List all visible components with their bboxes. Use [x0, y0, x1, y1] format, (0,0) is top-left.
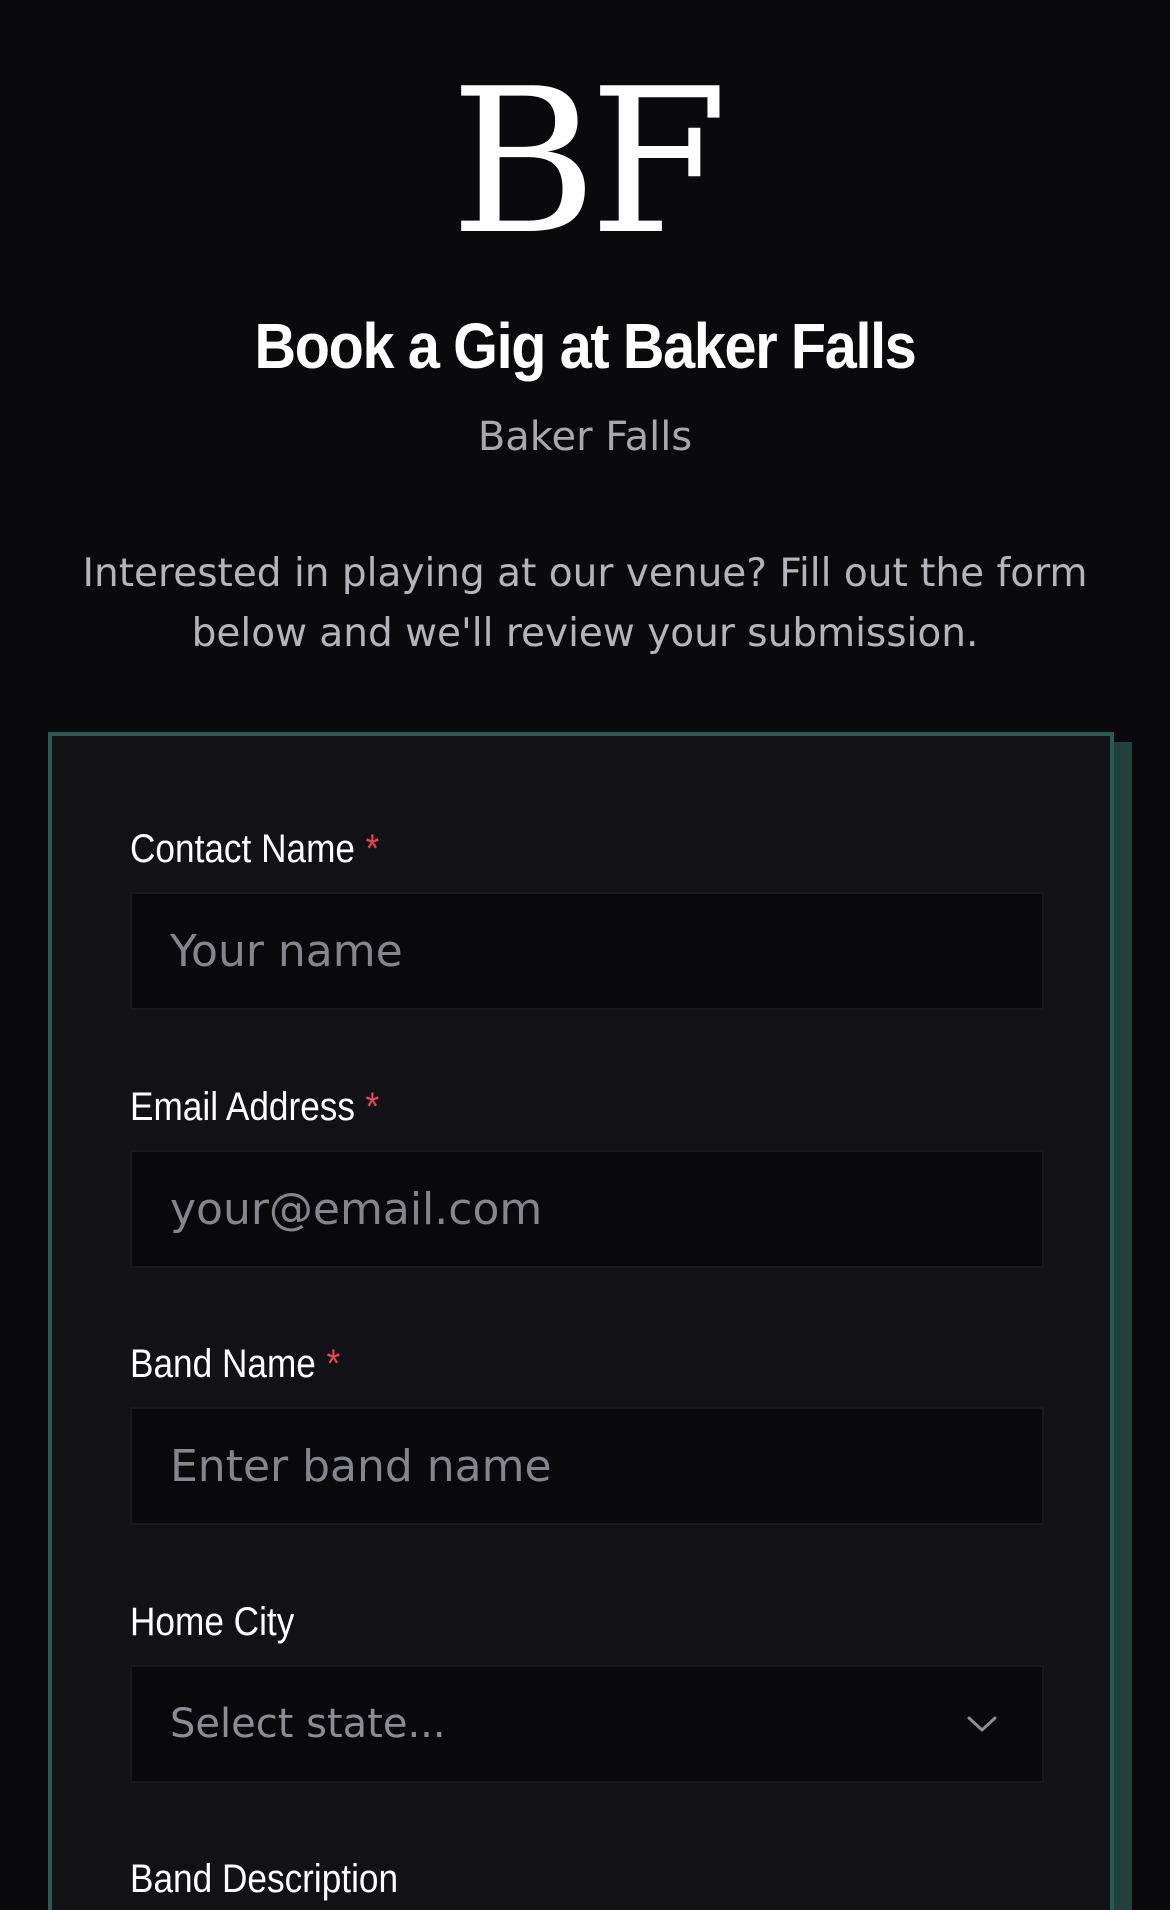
- home-city-label: Home City: [130, 1597, 294, 1647]
- contact-name-label-text: Contact Name: [130, 827, 355, 871]
- booking-page: BF Book a Gig at Baker Falls Baker Falls…: [0, 0, 1170, 1910]
- band-name-label: Band Name *: [130, 1339, 340, 1389]
- contact-name-input[interactable]: [170, 925, 1004, 977]
- venue-logo: BF: [0, 46, 1170, 279]
- band-description-label: Band Description: [130, 1854, 398, 1904]
- email-label: Email Address *: [130, 1082, 379, 1132]
- contact-name-field[interactable]: [130, 892, 1044, 1010]
- booking-form: Contact Name* Email Address* Band Name* …: [48, 732, 1114, 1910]
- band-name-label-text: Band Name: [130, 1342, 316, 1386]
- page-title: Book a Gig at Baker Falls: [254, 310, 917, 382]
- required-marker: *: [365, 827, 380, 871]
- email-label-text: Email Address: [130, 1085, 355, 1129]
- band-name-input[interactable]: [170, 1440, 1004, 1492]
- email-input[interactable]: [170, 1183, 1004, 1235]
- intro-text: Interested in playing at our venue? Fill…: [82, 551, 1088, 656]
- band-description-label-text: Band Description: [130, 1857, 399, 1901]
- home-city-label-text: Home City: [130, 1600, 295, 1644]
- required-marker: *: [326, 1342, 341, 1386]
- required-marker: *: [365, 1085, 380, 1129]
- band-name-field[interactable]: [130, 1407, 1044, 1525]
- home-city-selected-value: Select state...: [170, 1701, 446, 1747]
- home-city-select[interactable]: Select state...: [130, 1665, 1044, 1783]
- email-field[interactable]: [130, 1150, 1044, 1268]
- contact-name-label: Contact Name *: [130, 824, 379, 874]
- chevron-down-icon: [960, 1702, 1004, 1746]
- venue-subtitle: Baker Falls: [477, 414, 693, 460]
- logo-monogram: BF: [450, 46, 728, 279]
